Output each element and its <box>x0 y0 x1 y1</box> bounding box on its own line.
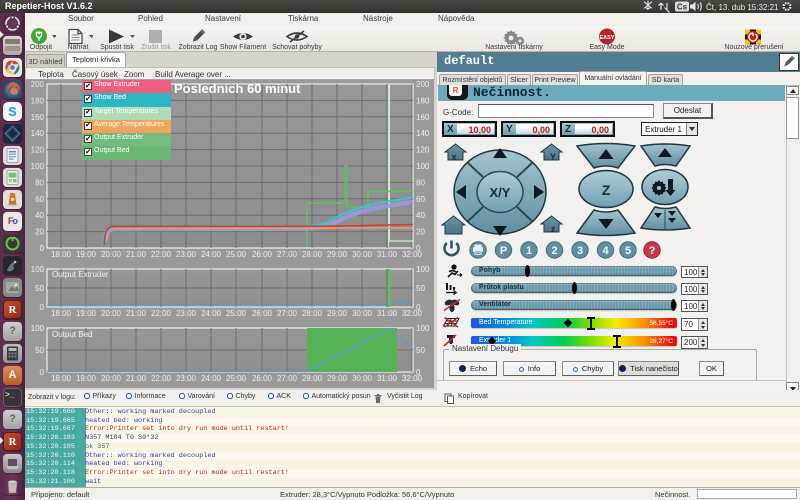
svg-text:23:00: 23:00 <box>176 374 197 383</box>
svg-text:31:00: 31:00 <box>377 309 398 318</box>
svg-text:19:00: 19:00 <box>76 250 97 259</box>
svg-text:28:00: 28:00 <box>302 374 323 383</box>
svg-text:?: ? <box>649 245 656 257</box>
svg-text:160: 160 <box>31 113 45 122</box>
svg-text:26:00: 26:00 <box>252 374 273 383</box>
svg-text:140: 140 <box>416 129 430 138</box>
svg-text:19:00: 19:00 <box>76 309 97 318</box>
svg-text:28:00: 28:00 <box>302 309 323 318</box>
svg-text:18:00: 18:00 <box>51 250 72 259</box>
svg-text:25:00: 25:00 <box>226 250 247 259</box>
svg-text:0: 0 <box>40 244 45 253</box>
svg-text:100: 100 <box>416 324 430 333</box>
svg-text:140: 140 <box>31 129 45 138</box>
svg-text:X/Y: X/Y <box>490 185 511 200</box>
svg-text:29:00: 29:00 <box>327 250 348 259</box>
svg-text:40: 40 <box>416 211 425 220</box>
svg-text:25:00: 25:00 <box>226 309 247 318</box>
svg-text:80: 80 <box>35 178 44 187</box>
svg-text:200: 200 <box>416 80 430 89</box>
svg-text:31:00: 31:00 <box>377 250 398 259</box>
svg-text:20: 20 <box>35 228 44 237</box>
svg-text:40: 40 <box>35 211 44 220</box>
svg-text:32:00: 32:00 <box>402 374 423 383</box>
svg-text:Čt, 13. dub 15:32:21: Čt, 13. dub 15:32:21 <box>706 3 779 12</box>
svg-text:0: 0 <box>40 303 45 312</box>
svg-text:50: 50 <box>35 284 44 293</box>
svg-text:200: 200 <box>31 80 45 89</box>
svg-text:24:00: 24:00 <box>201 250 222 259</box>
svg-text:31:00: 31:00 <box>377 374 398 383</box>
svg-text:20:00: 20:00 <box>101 374 122 383</box>
svg-text:27:00: 27:00 <box>277 374 298 383</box>
svg-text:20:00: 20:00 <box>101 250 122 259</box>
svg-text:Output Bed: Output Bed <box>52 330 92 339</box>
svg-text:3: 3 <box>577 245 583 257</box>
svg-text:60: 60 <box>35 195 44 204</box>
svg-text:26:00: 26:00 <box>252 309 273 318</box>
svg-text:60: 60 <box>416 195 425 204</box>
svg-text:20: 20 <box>416 228 425 237</box>
svg-text:25:00: 25:00 <box>226 374 247 383</box>
svg-text:100: 100 <box>416 162 430 171</box>
svg-text:24:00: 24:00 <box>201 374 222 383</box>
svg-text:32:00: 32:00 <box>402 250 423 259</box>
svg-text:27:00: 27:00 <box>277 309 298 318</box>
svg-text:50: 50 <box>416 284 425 293</box>
svg-text:22:00: 22:00 <box>151 309 172 318</box>
svg-text:27:00: 27:00 <box>277 250 298 259</box>
svg-text:4: 4 <box>602 245 609 257</box>
svg-text:P: P <box>500 245 507 257</box>
svg-text:22:00: 22:00 <box>151 250 172 259</box>
svg-text:0: 0 <box>40 368 45 377</box>
svg-text:24:00: 24:00 <box>201 309 222 318</box>
svg-text:1: 1 <box>526 245 532 257</box>
svg-text:28:00: 28:00 <box>302 250 323 259</box>
svg-text:18:00: 18:00 <box>51 309 72 318</box>
svg-text:50: 50 <box>35 346 44 355</box>
svg-text:20:00: 20:00 <box>101 309 122 318</box>
svg-text:Y: Y <box>550 152 556 162</box>
svg-text:26:00: 26:00 <box>252 250 273 259</box>
svg-text:80: 80 <box>416 178 425 187</box>
svg-text:2: 2 <box>551 245 557 257</box>
svg-text:z: z <box>551 224 556 234</box>
svg-text:29:00: 29:00 <box>327 374 348 383</box>
svg-text:Output Extruder: Output Extruder <box>52 270 109 279</box>
svg-text:Cs: Cs <box>677 3 688 12</box>
svg-text:18:00: 18:00 <box>51 374 72 383</box>
svg-text:100: 100 <box>416 265 430 274</box>
svg-text:100: 100 <box>31 265 45 274</box>
svg-text:23:00: 23:00 <box>176 309 197 318</box>
svg-text:50: 50 <box>416 346 425 355</box>
svg-text:30:00: 30:00 <box>352 374 373 383</box>
svg-text:120: 120 <box>416 146 430 155</box>
svg-text:100: 100 <box>31 162 45 171</box>
svg-text:29:00: 29:00 <box>327 309 348 318</box>
svg-text:100: 100 <box>31 324 45 333</box>
svg-text:120: 120 <box>31 146 45 155</box>
svg-text:EASY: EASY <box>600 35 615 41</box>
svg-text:21:00: 21:00 <box>126 374 147 383</box>
svg-text:22:00: 22:00 <box>151 374 172 383</box>
svg-text:5: 5 <box>625 245 631 257</box>
svg-text:32:00: 32:00 <box>402 309 423 318</box>
svg-text:x: x <box>451 152 456 162</box>
svg-text:Z: Z <box>602 182 611 198</box>
svg-text:180: 180 <box>416 96 430 105</box>
svg-text:21:00: 21:00 <box>126 250 147 259</box>
svg-text:30:00: 30:00 <box>352 309 373 318</box>
svg-text:160: 160 <box>416 113 430 122</box>
svg-text:23:00: 23:00 <box>176 250 197 259</box>
svg-text:21:00: 21:00 <box>126 309 147 318</box>
svg-text:180: 180 <box>31 96 45 105</box>
svg-text:30:00: 30:00 <box>352 250 373 259</box>
svg-text:19:00: 19:00 <box>76 374 97 383</box>
